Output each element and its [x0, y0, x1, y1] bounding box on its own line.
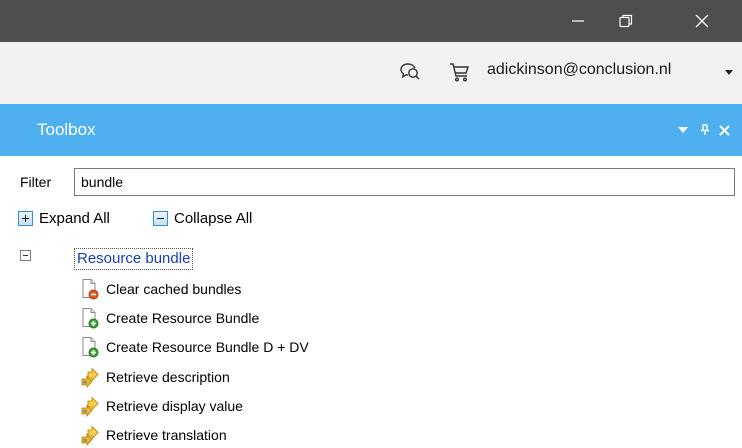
- document-remove-icon: [82, 279, 99, 300]
- tree-item-label: Retrieve display value: [106, 398, 243, 414]
- tree-item-label: Create Resource Bundle D + DV: [106, 339, 309, 355]
- tree-item-label: Clear cached bundles: [106, 281, 242, 297]
- tree-item-clear-cached-bundles[interactable]: Clear cached bundles: [80, 278, 241, 300]
- account-email[interactable]: adickinson@conclusion.nl: [487, 61, 671, 79]
- restore-button[interactable]: [602, 0, 650, 42]
- expand-plus-icon: [18, 210, 33, 226]
- tree-item-label: Retrieve translation: [106, 427, 227, 443]
- chat-search-icon: [400, 63, 420, 80]
- toolbox-pin-button[interactable]: [697, 121, 713, 139]
- tree-item-label: Retrieve description: [106, 369, 230, 385]
- minimize-button[interactable]: [554, 0, 602, 42]
- restore-icon: [619, 14, 633, 28]
- cart-button[interactable]: [448, 60, 472, 84]
- account-dropdown-icon[interactable]: [725, 70, 733, 75]
- filter-input[interactable]: [74, 168, 735, 196]
- collapse-all-label: Collapse All: [174, 209, 253, 227]
- retrieve-arrow-icon: [81, 367, 99, 388]
- collapse-all-button[interactable]: Collapse All: [153, 208, 252, 228]
- tree-item-retrieve-translation[interactable]: Retrieve translation: [80, 424, 227, 446]
- toolbox-options-button[interactable]: [675, 121, 691, 139]
- tree-group-resource-bundle[interactable]: Resource bundle: [74, 248, 194, 270]
- tree-item-create-resource-bundle[interactable]: Create Resource Bundle: [80, 307, 259, 329]
- tree-collapse-toggle[interactable]: [20, 250, 31, 261]
- window-titlebar: [0, 0, 742, 42]
- expand-all-label: Expand All: [39, 209, 110, 227]
- collapse-minus-icon: [153, 210, 168, 226]
- support-chat-button[interactable]: [398, 60, 422, 84]
- minimize-icon: [572, 20, 584, 22]
- tree-item-retrieve-description[interactable]: Retrieve description: [80, 366, 230, 388]
- tree-item-label: Create Resource Bundle: [106, 310, 260, 326]
- retrieve-arrow-icon: [81, 425, 99, 446]
- close-icon: [718, 124, 730, 136]
- tree-item-retrieve-display-value[interactable]: Retrieve display value: [80, 395, 243, 417]
- document-add-icon: [82, 308, 99, 329]
- retrieve-arrow-icon: [81, 396, 99, 417]
- document-add-icon: [82, 337, 99, 358]
- close-window-button[interactable]: [678, 0, 726, 42]
- toolbox-header: Toolbox: [0, 104, 742, 156]
- expand-all-button[interactable]: Expand All: [18, 208, 110, 228]
- cart-icon: [450, 63, 469, 82]
- account-bar: adickinson@conclusion.nl: [0, 42, 742, 104]
- close-icon: [695, 14, 709, 28]
- dropdown-triangle-icon: [678, 127, 688, 133]
- filter-label: Filter: [20, 174, 52, 190]
- pin-icon: [701, 124, 709, 135]
- toolbox-close-button[interactable]: [716, 121, 732, 139]
- tree-item-create-resource-bundle-d-dv[interactable]: Create Resource Bundle D + DV: [80, 336, 309, 358]
- toolbox-title: Toolbox: [37, 120, 96, 139]
